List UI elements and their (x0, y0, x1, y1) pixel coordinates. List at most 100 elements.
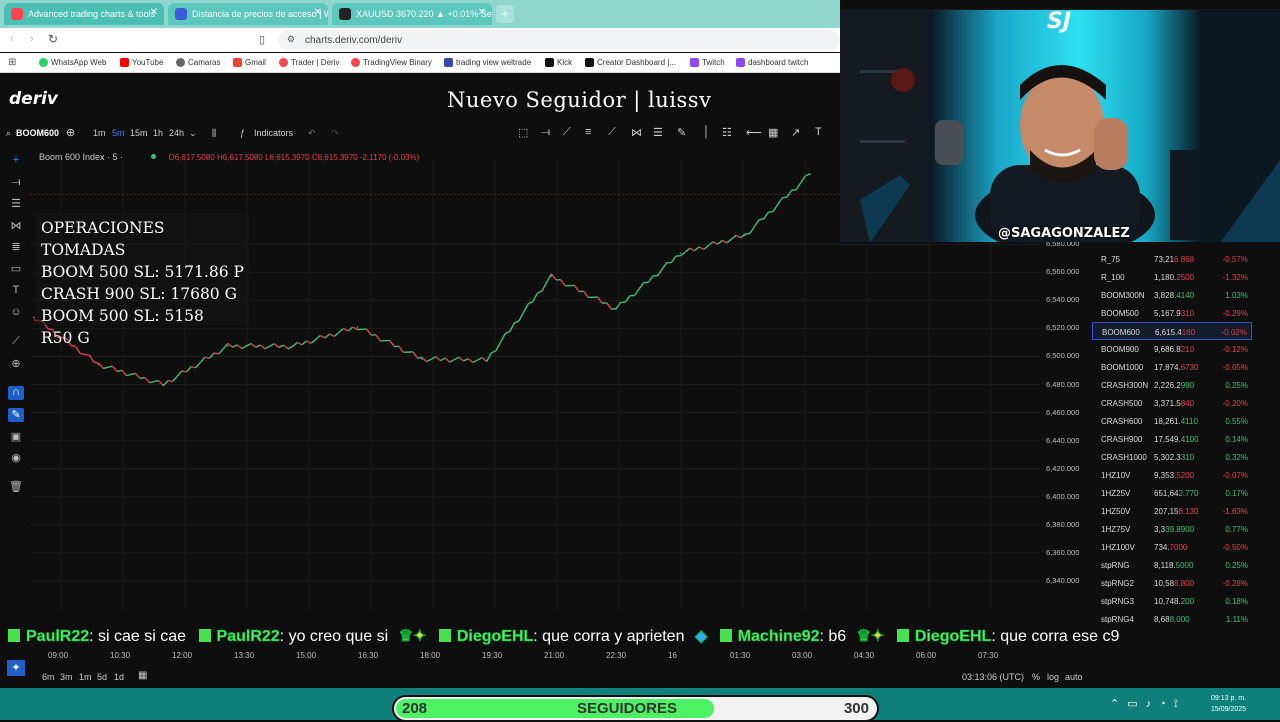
line-icon[interactable]: ⟵ (746, 126, 762, 139)
trash-icon[interactable]: 🗑 (8, 480, 24, 494)
market-row[interactable]: 1HZ10V9,353.5200-0.07% (1092, 466, 1252, 484)
channel-icon[interactable]: ≡ (585, 126, 591, 138)
chart-type-icon[interactable]: ⫼ (212, 128, 216, 139)
bookmark-item[interactable]: Camaras (176, 58, 220, 67)
rectangle-tool-icon[interactable]: ▭ (8, 262, 24, 276)
bookmark-item[interactable]: YouTube (120, 58, 163, 67)
auto-toggle[interactable]: auto (1065, 672, 1083, 682)
bookmark-item[interactable]: Trader | Deriv (279, 58, 339, 67)
market-row[interactable]: 1HZ50V207,158.130-1.63% (1092, 502, 1252, 520)
undo-icon[interactable]: ↶ (308, 128, 316, 139)
market-row[interactable]: CRASH10005,302.33100.32% (1092, 448, 1252, 466)
bookmark-item[interactable]: Twitch (690, 58, 725, 67)
market-row[interactable]: BOOM300N3,828.41401.03% (1092, 286, 1252, 304)
browser-tab[interactable]: XAUUSD 3670.220 ▲ +0.01% Sega ✕ (332, 3, 492, 25)
vertical-line-icon[interactable]: │ (703, 126, 710, 138)
market-row[interactable]: stpRNG310,748.2000.18% (1092, 592, 1252, 610)
text-icon[interactable]: T (8, 284, 24, 298)
indicators-button[interactable]: Indicators (254, 128, 293, 138)
lock-drawing-icon[interactable]: ✎ (8, 408, 24, 422)
parallel-channel-icon[interactable]: ☰ (8, 197, 24, 211)
pattern-icon[interactable]: ⋈ (631, 126, 642, 139)
bookmark-item[interactable]: dashboard twitch (736, 58, 808, 67)
add-symbol-icon[interactable]: ⊕ (66, 126, 75, 139)
timeframe-5m[interactable]: 5m (112, 128, 125, 138)
close-icon[interactable]: ✕ (150, 7, 158, 18)
eye-icon[interactable]: ◉ (8, 451, 24, 465)
smile-icon[interactable]: ☺ (8, 306, 24, 320)
market-row[interactable]: BOOM5005,167.9310-0.29% (1092, 304, 1252, 322)
new-tab-button[interactable]: + (496, 5, 514, 23)
close-icon[interactable]: ✕ (314, 7, 322, 18)
market-row[interactable]: 1HZ100V734.7000-0.50% (1092, 538, 1252, 556)
lock-icon[interactable]: ▣ (8, 430, 24, 444)
log-toggle[interactable]: log (1047, 672, 1059, 682)
url-field[interactable]: ⚙ charts.deriv.com/deriv (278, 30, 840, 50)
bookmark-item[interactable]: Kick (545, 58, 572, 67)
forward-icon[interactable]: › (30, 33, 34, 45)
percent-toggle[interactable]: % (1032, 672, 1040, 682)
bookmark-item[interactable]: trading view weltrade (444, 58, 531, 67)
calendar-icon[interactable]: ▦ (138, 670, 147, 681)
market-row[interactable]: CRASH300N2,226.29900.25% (1092, 376, 1252, 394)
grid-icon[interactable]: ▦ (768, 126, 778, 139)
symbol-selector[interactable]: BOOM600 (16, 128, 59, 138)
horizontal-line-icon[interactable]: ⟞ (541, 126, 550, 139)
fib-tool-icon[interactable]: ≣ (8, 240, 24, 254)
redo-icon[interactable]: ↷ (331, 128, 339, 139)
close-icon[interactable]: ✕ (478, 7, 486, 18)
utc-clock[interactable]: 03:13:06 (UTC) (962, 672, 1024, 682)
fib-icon[interactable]: ☰ (653, 126, 663, 139)
market-row[interactable]: BOOM6006,615.4160-0.02% (1092, 322, 1252, 340)
market-row[interactable]: BOOM100017,874.6730-0.05% (1092, 358, 1252, 376)
ruler-icon[interactable]: ⟋ (8, 335, 24, 349)
period-3m[interactable]: 3m (60, 672, 73, 682)
market-row[interactable]: CRASH60018,261.41100.55% (1092, 412, 1252, 430)
up-tick (279, 345, 284, 347)
pitchfork-icon[interactable]: ⋈ (8, 219, 24, 233)
apps-icon[interactable]: ⊞ (8, 57, 16, 68)
timeframe-1m[interactable]: 1m (93, 128, 106, 138)
reload-icon[interactable]: ↻ (48, 32, 58, 46)
browser-tab[interactable]: Distancia de precios de acceso | Wi ✕ (168, 3, 328, 25)
search-icon[interactable]: ⌕ (6, 128, 11, 139)
market-row[interactable]: CRASH90017,549.41000.14% (1092, 430, 1252, 448)
market-row[interactable]: CRASH5003,371.5840-0.20% (1092, 394, 1252, 412)
zoom-icon[interactable]: ⊕ (8, 357, 24, 371)
bookmark-item[interactable]: Creator Dashboard |... (585, 58, 676, 67)
brush-icon[interactable]: ✎ (677, 126, 686, 139)
browser-tab-active[interactable]: Advanced trading charts & tools ✕ (4, 3, 164, 25)
bookmark-item[interactable]: Gmail (233, 58, 266, 67)
timeframe-24h[interactable]: 24h (169, 128, 184, 138)
ray-tool-icon[interactable]: ⟞ (8, 176, 24, 190)
period-1m[interactable]: 1m (79, 672, 92, 682)
chevron-down-icon[interactable]: ⌄ (189, 128, 197, 139)
text-tool-icon[interactable]: T (815, 126, 822, 138)
ray-icon[interactable]: ⟋ (608, 126, 616, 139)
crosshair-icon[interactable]: + (8, 154, 24, 168)
site-info-icon[interactable]: ⚙ (287, 34, 295, 45)
bookmark-item[interactable]: WhatsApp Web (39, 58, 106, 67)
trend-line-icon[interactable]: ⟋ (563, 126, 571, 139)
market-row[interactable]: 1HZ75V3,339.89000.77% (1092, 520, 1252, 538)
period-5d[interactable]: 5d (97, 672, 107, 682)
star-icon[interactable]: ✦ (7, 660, 25, 676)
market-row[interactable]: R_1001,180.2500-1.32% (1092, 268, 1252, 286)
market-row[interactable]: R_7573,216.868-0.57% (1092, 250, 1252, 268)
period-6m[interactable]: 6m (42, 672, 55, 682)
arrow-tool-icon[interactable]: ↗ (791, 126, 800, 139)
select-tool-icon[interactable]: ⬚ (518, 126, 528, 139)
market-row[interactable]: stpRNG8,118.50000.25% (1092, 556, 1252, 574)
period-1d[interactable]: 1d (114, 672, 124, 682)
timeframe-1h[interactable]: 1h (153, 128, 163, 138)
magnet-icon[interactable]: ∩ (8, 386, 24, 400)
market-row[interactable]: 1HZ25V651,642.7700.17% (1092, 484, 1252, 502)
market-row[interactable]: BOOM9009,686.8210-0.12% (1092, 340, 1252, 358)
up-tick (454, 357, 459, 359)
market-row[interactable]: stpRNG210,588.800-0.28% (1092, 574, 1252, 592)
levels-icon[interactable]: ☷ (722, 126, 732, 139)
bookmark-icon[interactable]: ▯ (259, 33, 265, 46)
bookmark-item[interactable]: TradingView Binary (351, 58, 432, 67)
timeframe-15m[interactable]: 15m (130, 128, 148, 138)
back-icon[interactable]: ‹ (10, 33, 14, 45)
